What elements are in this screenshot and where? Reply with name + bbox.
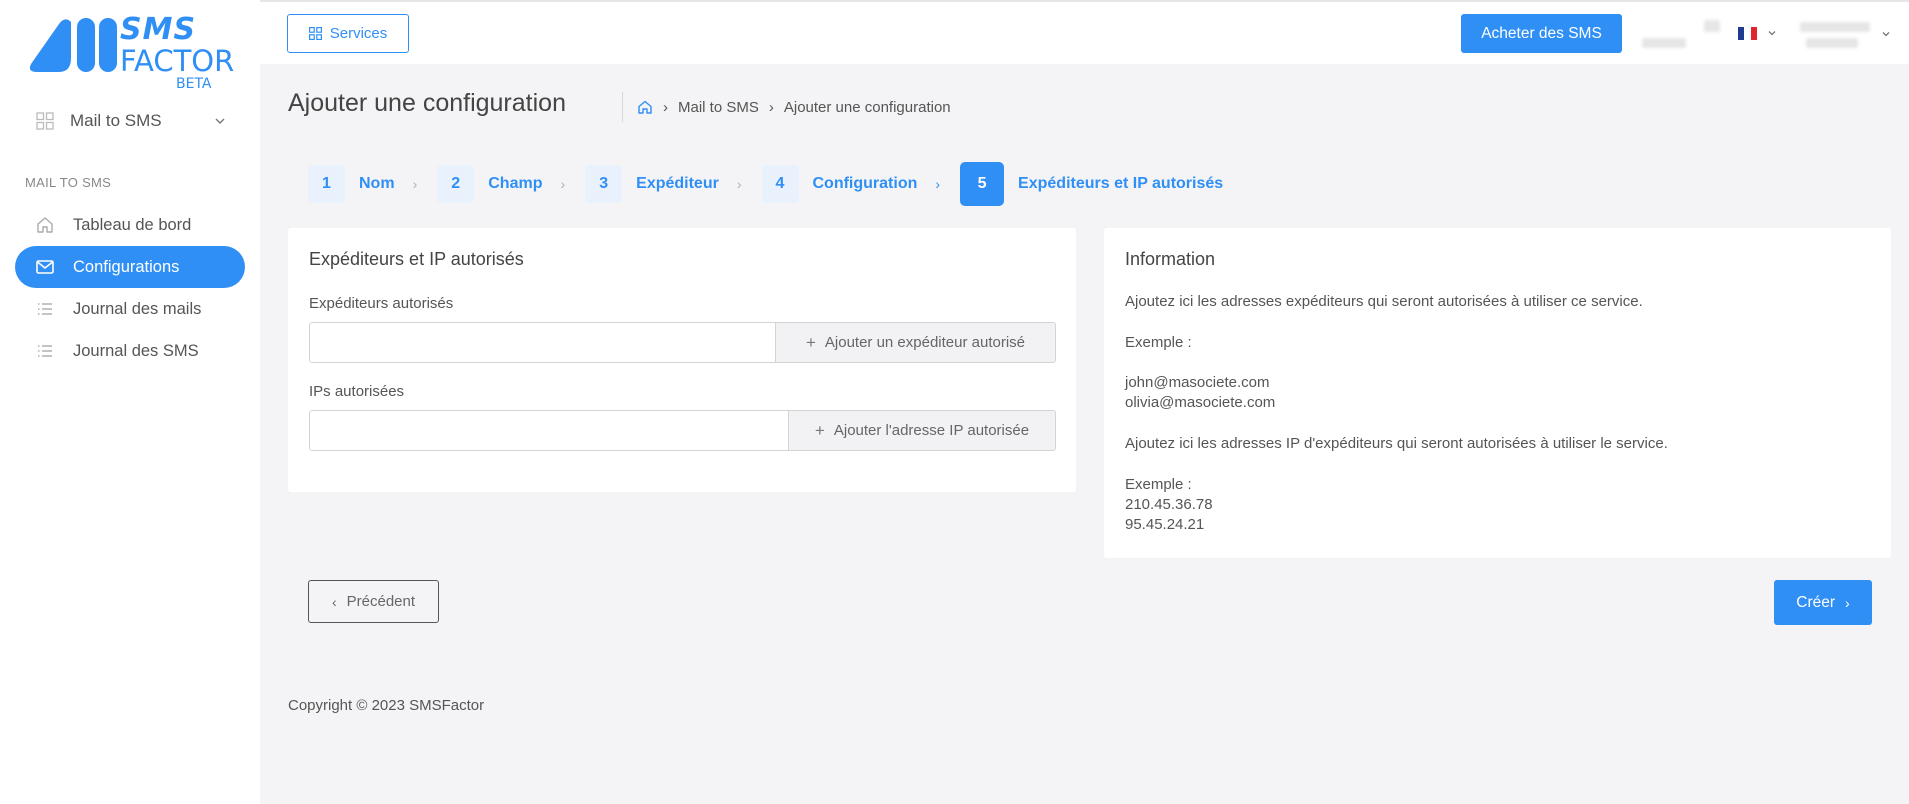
breadcrumb-item-mail-to-sms[interactable]: Mail to SMS: [678, 99, 759, 116]
sidebar-section-title: MAIL TO SMS: [25, 175, 112, 190]
step-chevron-icon: ›: [412, 176, 418, 192]
service-select[interactable]: Mail to SMS: [36, 108, 226, 134]
grid-icon: [308, 27, 322, 40]
card-title: Expéditeurs et IP autorisés: [309, 249, 524, 269]
step-label: Expéditeur: [636, 175, 719, 192]
step-configuration[interactable]: 4 Configuration: [761, 165, 918, 203]
add-ip-label: Ajouter l'adresse IP autorisée: [833, 422, 1030, 439]
chevron-right-icon: ›: [1845, 594, 1850, 611]
home-icon[interactable]: [637, 99, 653, 115]
step-label: Configuration: [812, 175, 918, 192]
information-card: Information Ajoutez ici les adresses exp…: [1104, 228, 1891, 558]
sidebar-item-configurations[interactable]: Configurations: [15, 246, 245, 288]
step-number: 1: [308, 165, 345, 203]
card-title: Information: [1125, 249, 1216, 269]
topbar: Services Acheter des SMS: [260, 0, 1909, 64]
logo-factor-text: FACTOR: [120, 44, 235, 78]
step-authorized-senders-ips[interactable]: 5 Expéditeurs et IP autorisés: [960, 162, 1223, 206]
chevron-down-icon[interactable]: [1881, 29, 1891, 39]
step-sender[interactable]: 3 Expéditeur: [585, 165, 719, 203]
info-example-email: olivia@masociete.com: [1125, 394, 1276, 411]
senders-input[interactable]: [310, 323, 775, 362]
info-example-ip: 210.45.36.78: [1125, 496, 1213, 513]
breadcrumb-separator-icon: ›: [768, 98, 774, 116]
info-ips-text: Ajoutez ici les adresses IP d'expéditeur…: [1125, 435, 1668, 452]
mail-icon: [35, 257, 55, 277]
wizard-stepper: 1 Nom › 2 Champ › 3 Expéditeur › 4 Confi…: [308, 162, 1223, 206]
info-example-email: john@masociete.com: [1125, 374, 1270, 391]
step-chevron-icon: ›: [935, 176, 941, 192]
credit-balance-blurred: [1704, 20, 1720, 32]
step-label: Nom: [359, 175, 395, 192]
sidebar: SMS FACTOR BETA Mail to SMS MAIL TO SMS …: [0, 0, 260, 804]
add-ip-button[interactable]: + Ajouter l'adresse IP autorisée: [788, 411, 1055, 450]
breadcrumb-separator-icon: ›: [663, 98, 668, 116]
step-number: 3: [585, 165, 623, 203]
info-example-ip: 95.45.24.21: [1125, 516, 1205, 533]
step-number: 5: [960, 162, 1005, 206]
sidebar-item-label: Journal des mails: [73, 299, 202, 318]
create-button-label: Créer: [1796, 593, 1836, 611]
step-field[interactable]: 2 Champ: [437, 165, 542, 203]
footer-copyright: Copyright © 2023 SMSFactor: [288, 697, 485, 714]
senders-label: Expéditeurs autorisés: [309, 295, 454, 312]
logo-mark-icon: [29, 18, 117, 72]
service-select-label: Mail to SMS: [70, 111, 162, 130]
buy-sms-button[interactable]: Acheter des SMS: [1461, 14, 1622, 53]
info-example-label: Exemple :: [1125, 334, 1192, 351]
user-name-blurred[interactable]: [1800, 22, 1870, 32]
step-chevron-icon: ›: [736, 176, 742, 192]
breadcrumb-item-current: Ajouter une configuration: [783, 98, 951, 116]
ips-input[interactable]: [310, 411, 788, 450]
previous-button-label: Précédent: [346, 593, 416, 610]
sidebar-nav: Tableau de bord Configurations Journal d…: [15, 204, 245, 372]
sidebar-item-label: Tableau de bord: [73, 215, 192, 234]
previous-button[interactable]: ‹ Précédent: [308, 580, 439, 623]
ips-label: IPs autorisées: [309, 383, 405, 400]
info-example-label: Exemple :: [1125, 476, 1192, 493]
logo-sms-text: SMS: [120, 12, 197, 47]
step-number: 2: [437, 165, 475, 203]
credit-label-blurred: [1642, 38, 1686, 48]
sidebar-item-sms-log[interactable]: Journal des SMS: [15, 330, 245, 372]
breadcrumb: › Mail to SMS › Ajouter une configuratio…: [622, 92, 951, 122]
step-number: 4: [761, 165, 799, 203]
create-button[interactable]: Créer ›: [1774, 580, 1872, 625]
chevron-down-icon[interactable]: [1767, 28, 1777, 38]
page-title: Ajouter une configuration: [288, 89, 566, 117]
grid-icon: [36, 112, 54, 130]
add-sender-button[interactable]: + Ajouter un expéditeur autorisé: [775, 323, 1055, 362]
ips-input-group: + Ajouter l'adresse IP autorisée: [309, 410, 1056, 451]
logo-beta-badge: BETA: [176, 76, 212, 92]
senders-input-group: + Ajouter un expéditeur autorisé: [309, 322, 1056, 363]
list-icon: [35, 299, 55, 319]
sidebar-item-mail-log[interactable]: Journal des mails: [15, 288, 245, 330]
user-company-blurred: [1806, 38, 1858, 48]
step-name[interactable]: 1 Nom: [308, 165, 395, 203]
step-chevron-icon: ›: [560, 176, 566, 192]
language-flag-fr[interactable]: [1738, 27, 1757, 40]
services-button[interactable]: Services: [287, 14, 409, 53]
chevron-left-icon: ‹: [331, 593, 337, 610]
sidebar-item-dashboard[interactable]: Tableau de bord: [15, 204, 245, 246]
add-sender-label: Ajouter un expéditeur autorisé: [824, 334, 1026, 351]
home-icon: [35, 215, 55, 235]
sidebar-item-label: Journal des SMS: [73, 341, 199, 360]
plus-icon: +: [814, 420, 825, 440]
info-senders-text: Ajoutez ici les adresses expéditeurs qui…: [1125, 293, 1643, 310]
authorized-form-card: Expéditeurs et IP autorisés Expéditeurs …: [288, 228, 1076, 492]
sidebar-item-label: Configurations: [73, 257, 180, 276]
chevron-down-icon: [215, 118, 225, 124]
services-button-label: Services: [329, 25, 388, 42]
step-label: Champ: [488, 175, 543, 192]
step-label: Expéditeurs et IP autorisés: [1018, 175, 1224, 192]
list-icon: [35, 341, 55, 361]
plus-icon: +: [805, 332, 816, 352]
smsfactor-logo[interactable]: SMS FACTOR BETA: [27, 14, 234, 94]
